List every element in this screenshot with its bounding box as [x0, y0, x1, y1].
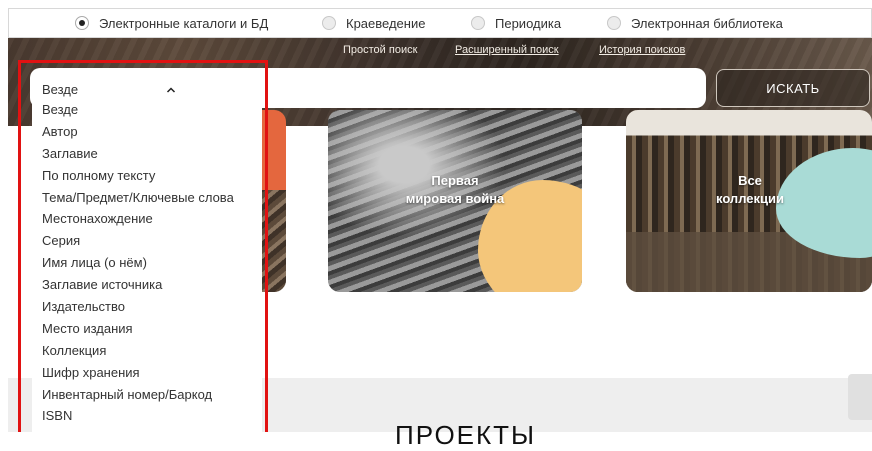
card-title-line2: коллекции	[715, 191, 784, 206]
dropdown-option[interactable]: Коллекция	[42, 343, 234, 365]
dropdown-selected-label: Везде	[42, 81, 79, 97]
search-field-dropdown[interactable]: Везде Везде Автор Заглавие По полному текст…	[32, 76, 262, 432]
simple-search-link[interactable]: Простой поиск	[343, 44, 417, 56]
card-title-line1: Все	[738, 173, 762, 188]
card-title-line2: мировая война	[405, 191, 505, 206]
dropdown-option[interactable]: Серия	[42, 233, 234, 255]
radio-unselected-icon	[471, 16, 485, 30]
dropdown-option[interactable]: Заглавие источника	[42, 277, 234, 299]
radio-catalogs[interactable]: Электронные каталоги и БД	[75, 9, 268, 37]
scroll-to-top-button[interactable]	[848, 374, 872, 420]
search-mode-bar: Электронные каталоги и БД Краеведение Пе…	[8, 8, 872, 38]
chevron-up-icon	[166, 87, 176, 93]
dropdown-option[interactable]: По полному тексту	[42, 168, 234, 190]
search-links: Простой поиск Расширенный поиск История …	[0, 44, 872, 60]
dropdown-option[interactable]: Имя лица (о нём)	[42, 255, 234, 277]
dropdown-option[interactable]: ISBN	[42, 408, 234, 430]
radio-e-library[interactable]: Электронная библиотека	[607, 9, 783, 37]
dropdown-option[interactable]: Везде	[42, 102, 234, 124]
radio-local-history-label: Краеведение	[346, 15, 426, 31]
card-first-world-war[interactable]: Первая мировая война	[328, 110, 582, 292]
card-all-collections[interactable]: Все коллекции	[626, 110, 872, 292]
dropdown-option[interactable]: Местонахождение	[42, 211, 234, 233]
dropdown-option[interactable]: Тема/Предмет/Ключевые слова	[42, 190, 234, 212]
dropdown-selected-value[interactable]: Везде	[42, 81, 242, 97]
radio-e-library-label: Электронная библиотека	[631, 15, 783, 31]
card-title: Первая мировая война	[390, 172, 520, 208]
dropdown-option[interactable]: Место издания	[42, 321, 234, 343]
dropdown-option[interactable]: Автор	[42, 124, 234, 146]
search-history-link[interactable]: История поисков	[599, 44, 685, 56]
radio-catalogs-label: Электронные каталоги и БД	[99, 15, 269, 31]
search-button[interactable]: ИСКАТЬ	[716, 69, 870, 107]
section-heading: ПРОЕКТЫ	[395, 420, 537, 450]
radio-unselected-icon	[322, 16, 336, 30]
dropdown-option[interactable]: Заглавие	[42, 146, 234, 168]
card-title-line1: Первая	[431, 173, 479, 188]
radio-periodicals[interactable]: Периодика	[471, 9, 561, 37]
radio-periodicals-label: Периодика	[495, 15, 562, 31]
radio-unselected-icon	[607, 16, 621, 30]
radio-selected-icon	[75, 16, 89, 30]
advanced-search-link[interactable]: Расширенный поиск	[455, 44, 559, 56]
dropdown-option[interactable]: Инвентарный номер/Баркод	[42, 387, 234, 409]
card-title: Все коллекции	[700, 172, 800, 208]
dropdown-option[interactable]: Издательство	[42, 299, 234, 321]
radio-local-history[interactable]: Краеведение	[322, 9, 425, 37]
dropdown-option[interactable]: Шифр хранения	[42, 365, 234, 387]
dropdown-options: Везде Автор Заглавие По полному тексту Тема/…	[42, 102, 234, 430]
